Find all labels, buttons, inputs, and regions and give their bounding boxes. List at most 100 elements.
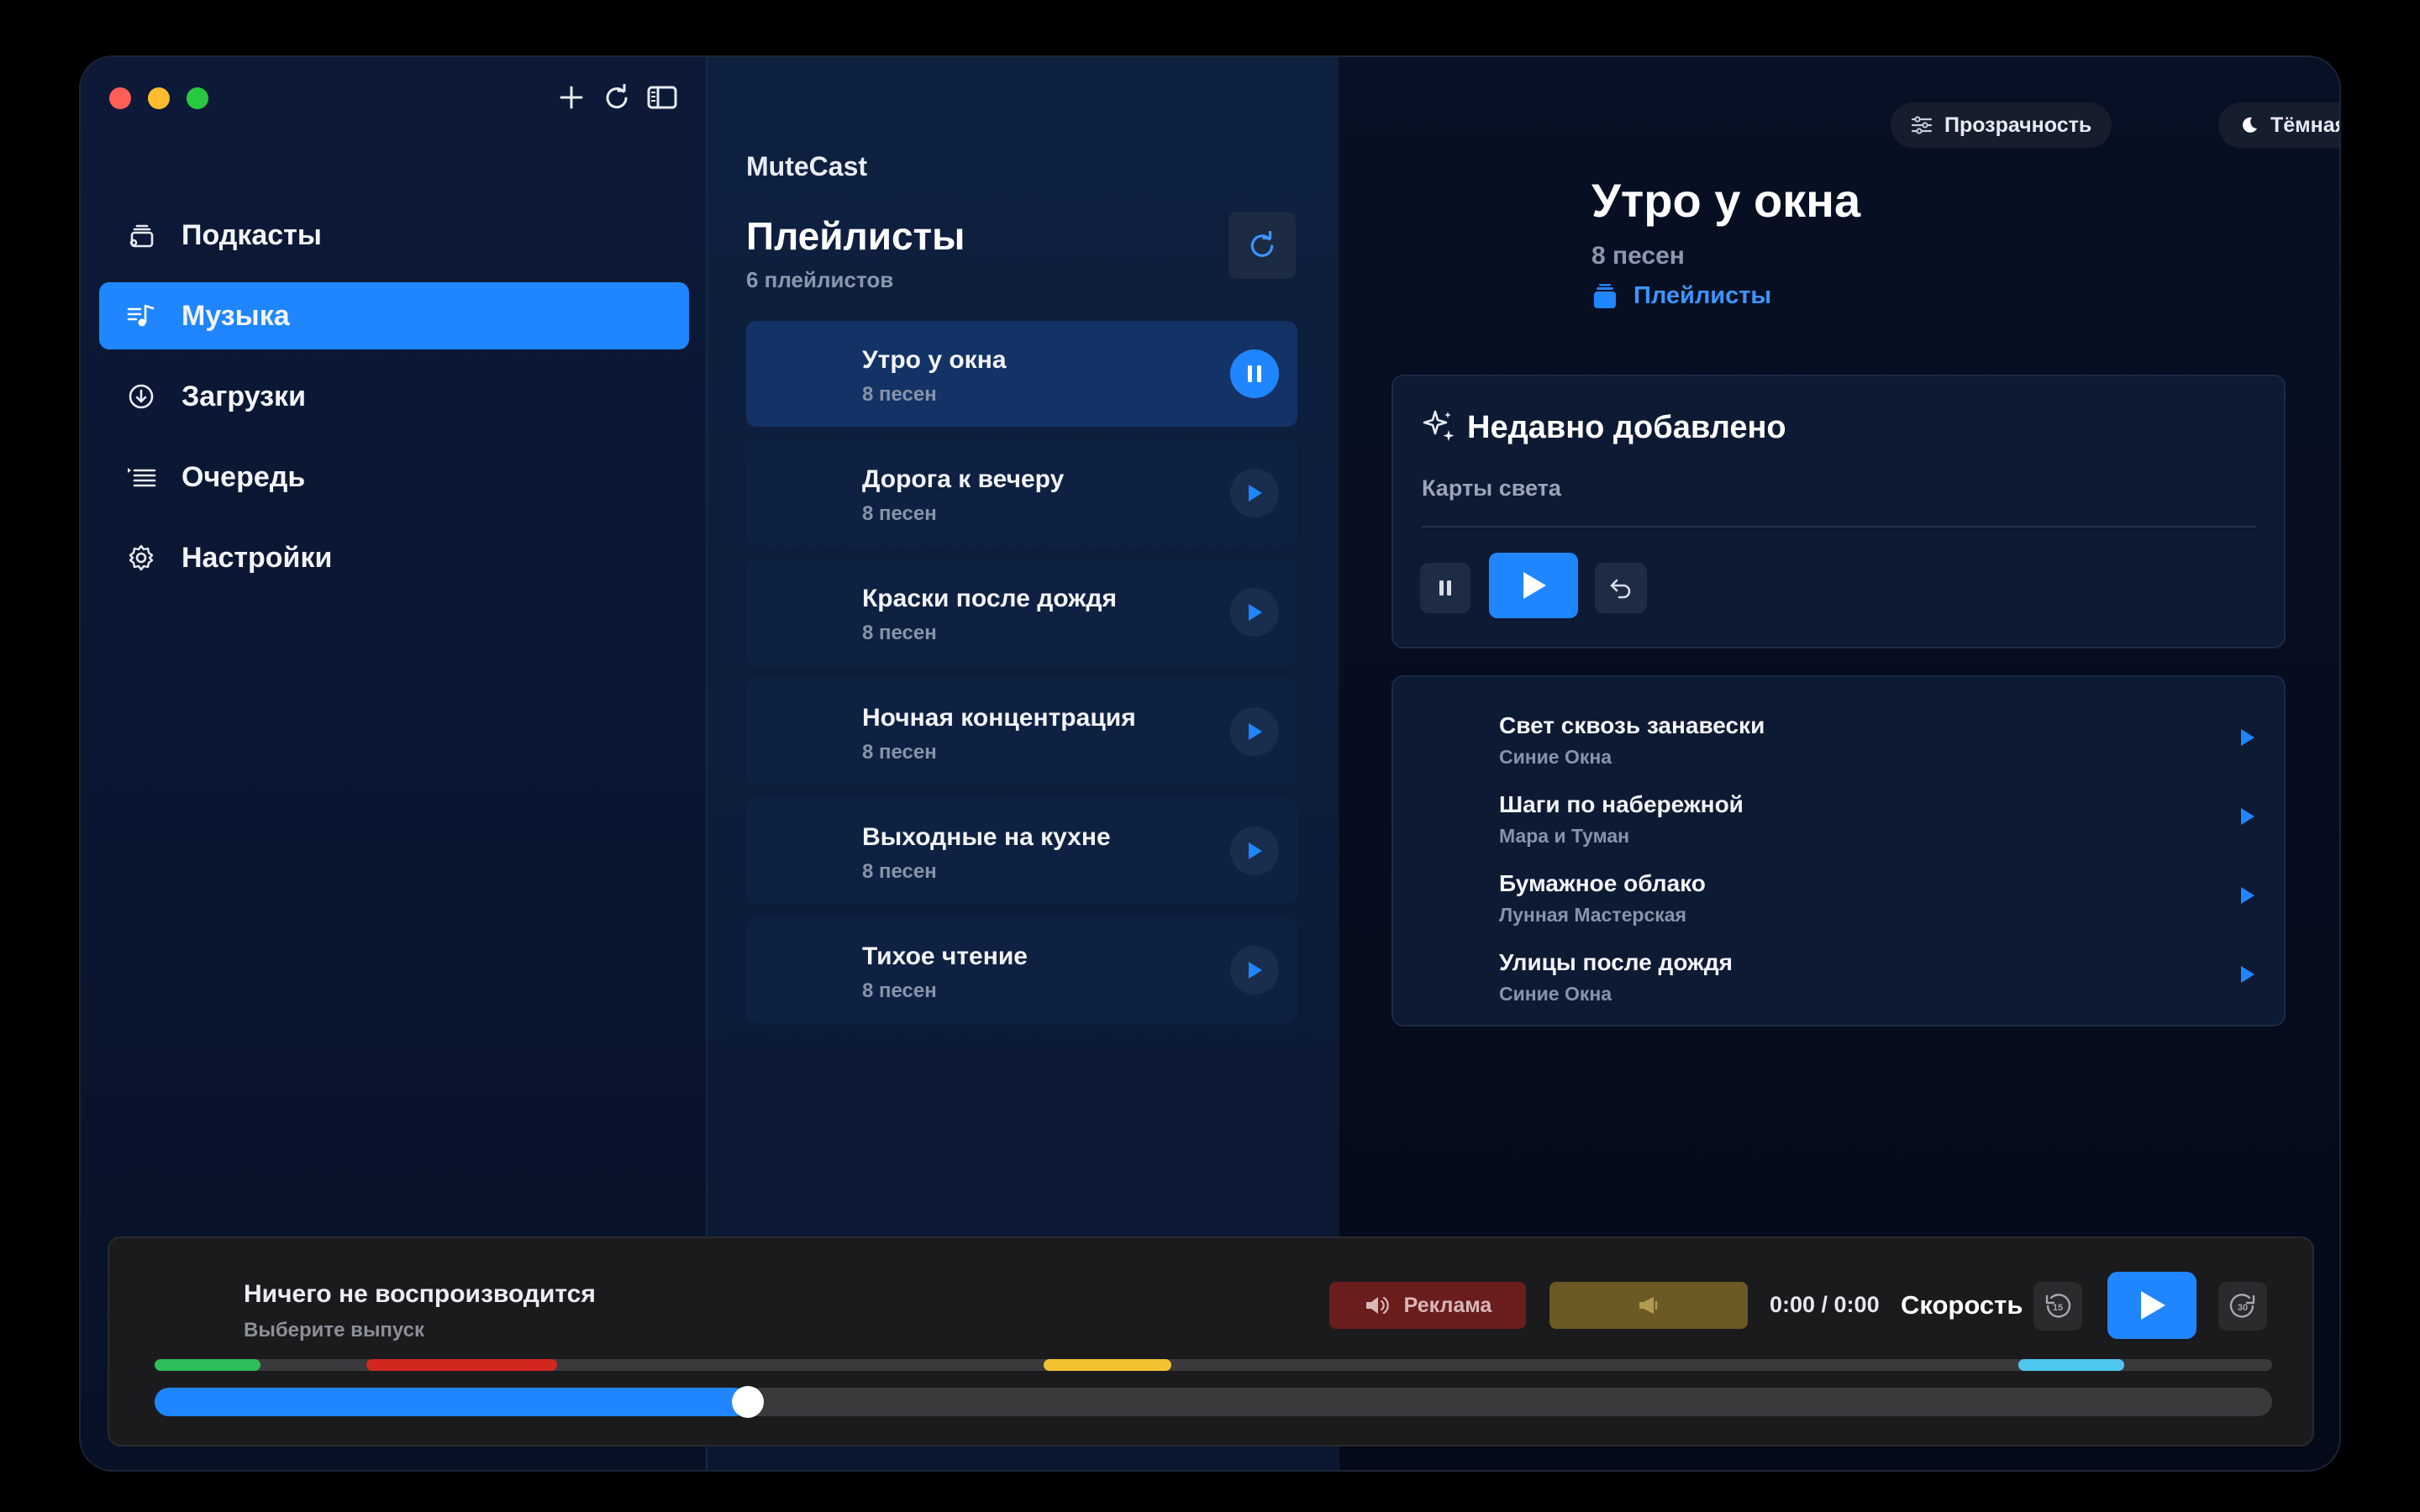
recently-added-title: Недавно добавлено <box>1467 410 1786 445</box>
playlist-item[interactable]: Тихое чтение 8 песен <box>746 917 1297 1023</box>
sidebar-item-podcasts[interactable]: Подкасты <box>99 202 689 269</box>
play-button[interactable] <box>1230 827 1279 875</box>
sparkles-icon <box>1423 410 1455 442</box>
playlist-item[interactable]: Краски после дождя 8 песен <box>746 559 1297 665</box>
playlist-item[interactable]: Выходные на кухне 8 песен <box>746 798 1297 904</box>
track-list: Свет сквозь занавески Синие Окна Шаги по… <box>1392 675 2286 1026</box>
app-name: MuteCast <box>746 151 868 181</box>
playlist-song-count: 8 песен <box>862 979 937 1002</box>
plus-icon[interactable] <box>556 82 587 113</box>
refresh-icon[interactable] <box>602 82 632 113</box>
pause-button[interactable] <box>1230 349 1279 398</box>
track-artist: Лунная Мастерская <box>1499 904 1686 926</box>
chapter-segment[interactable] <box>2018 1359 2124 1371</box>
track-title: Бумажное облако <box>1499 870 1706 896</box>
play-icon <box>1249 723 1262 740</box>
play-button[interactable] <box>1489 553 1578 618</box>
refresh-icon <box>1250 231 1274 257</box>
playlists-link[interactable]: Плейлисты <box>1591 282 1771 310</box>
playlist-subtitle: 8 песен <box>1591 242 1685 270</box>
recently-added-subtitle: Карты света <box>1422 475 1561 501</box>
sidebar-item-label: Загрузки <box>182 380 306 412</box>
sidebar-nav: Подкасты Музыка Загрузки Очередь Настрой… <box>99 202 689 605</box>
play-icon <box>1249 604 1262 621</box>
track-row[interactable]: Улицы после дождя Синие Окна <box>1393 937 2284 1016</box>
track-row[interactable]: Бумажное облако Лунная Мастерская <box>1393 858 2284 937</box>
track-row[interactable]: Шаги по набережной Мара и Туман <box>1393 780 2284 858</box>
play-icon[interactable] <box>2232 959 2262 990</box>
playlist-item[interactable]: Дорога к вечеру 8 песен <box>746 440 1297 546</box>
play-icon <box>1249 962 1262 979</box>
playlist-name: Дорога к вечеру <box>862 465 1065 493</box>
playlist-list: Утро у окна 8 песен Дорога к вечеру 8 пе… <box>746 321 1297 1037</box>
sidebar-item-queue[interactable]: Очередь <box>99 444 689 511</box>
chapter-markers[interactable] <box>155 1359 2272 1371</box>
play-button[interactable] <box>1230 469 1279 517</box>
speaker-icon <box>1365 1296 1389 1315</box>
play-icon[interactable] <box>2232 880 2262 911</box>
transparency-toggle[interactable]: Прозрачность <box>1891 102 2112 148</box>
main-play-button[interactable] <box>2107 1272 2196 1339</box>
playback-time: 0:00 / 0:00 <box>1770 1292 1880 1317</box>
sidebar-item-downloads[interactable]: Загрузки <box>99 363 689 430</box>
playlist-name: Ночная концентрация <box>862 704 1136 732</box>
play-icon <box>1249 485 1262 501</box>
play-icon[interactable] <box>2232 801 2262 832</box>
chapter-segment[interactable] <box>155 1359 260 1371</box>
play-button[interactable] <box>1230 946 1279 995</box>
playlist-title: Утро у окна <box>1591 174 1861 227</box>
chapter-segment[interactable] <box>1044 1359 1171 1371</box>
queue-icon <box>126 462 156 492</box>
now-playing-title: Ничего не воспроизводится <box>244 1280 596 1308</box>
refresh-playlists-button[interactable] <box>1228 212 1296 279</box>
pause-button[interactable] <box>1420 563 1470 613</box>
playlist-item[interactable]: Утро у окна 8 песен <box>746 321 1297 427</box>
svg-text:15: 15 <box>2053 1303 2063 1313</box>
download-icon <box>126 381 156 412</box>
ad-label: Реклама <box>1403 1293 1492 1317</box>
theme-toggle[interactable]: Тёмная <box>2218 102 2339 148</box>
playlist-song-count: 8 песен <box>862 502 937 525</box>
track-row[interactable]: Свет сквозь занавески Синие Окна <box>1393 701 2284 780</box>
play-button[interactable] <box>1230 588 1279 637</box>
close-window-button[interactable] <box>109 87 131 109</box>
sidebar-item-settings[interactable]: Настройки <box>99 524 689 591</box>
minimize-window-button[interactable] <box>148 87 170 109</box>
sidebar-item-label: Очередь <box>182 460 306 493</box>
sliders-icon <box>1911 116 1933 134</box>
playlists-link-label: Плейлисты <box>1634 282 1772 309</box>
playlist-item[interactable]: Ночная концентрация 8 песен <box>746 679 1297 785</box>
playlist-song-count: 8 песен <box>862 860 937 883</box>
playlist-song-count: 8 песен <box>862 622 937 644</box>
window-controls <box>109 87 208 109</box>
zoom-window-button[interactable] <box>187 87 208 109</box>
undo-button[interactable] <box>1595 563 1647 613</box>
playlist-name: Краски после дождя <box>862 585 1118 612</box>
track-artist: Синие Окна <box>1499 746 1612 768</box>
skip-ad-button[interactable]: Реклама <box>1329 1282 1526 1329</box>
progress-slider[interactable] <box>155 1386 2272 1418</box>
moon-icon <box>2243 117 2257 133</box>
chapter-segment[interactable] <box>366 1359 557 1371</box>
progress-knob[interactable] <box>731 1386 764 1418</box>
undo-icon <box>1610 579 1631 599</box>
ad-marker-button[interactable] <box>1549 1282 1748 1329</box>
track-artist: Синие Окна <box>1499 983 1612 1005</box>
sidebar-item-label: Музыка <box>182 299 290 332</box>
gear-icon <box>126 543 156 573</box>
play-icon[interactable] <box>2232 722 2262 753</box>
speed-button[interactable]: Скорость <box>1901 1290 2023 1320</box>
play-icon <box>2141 1291 2165 1320</box>
track-title: Свет сквозь занавески <box>1499 712 1765 738</box>
play-icon <box>1249 843 1262 859</box>
skip-forward-button[interactable]: 30 <box>2218 1282 2267 1331</box>
play-button[interactable] <box>1230 707 1279 756</box>
page-title: Плейлисты <box>746 214 965 258</box>
pause-icon <box>1439 580 1451 596</box>
player-bar: Ничего не воспроизводится Выберите выпус… <box>108 1236 2314 1446</box>
sidebar-toggle-icon[interactable] <box>647 82 677 113</box>
skip-back-button[interactable]: 15 <box>2033 1282 2082 1331</box>
sidebar-item-music[interactable]: Музыка <box>99 282 689 349</box>
stack-icon <box>1594 283 1616 308</box>
track-title: Улицы после дождя <box>1499 949 1733 975</box>
